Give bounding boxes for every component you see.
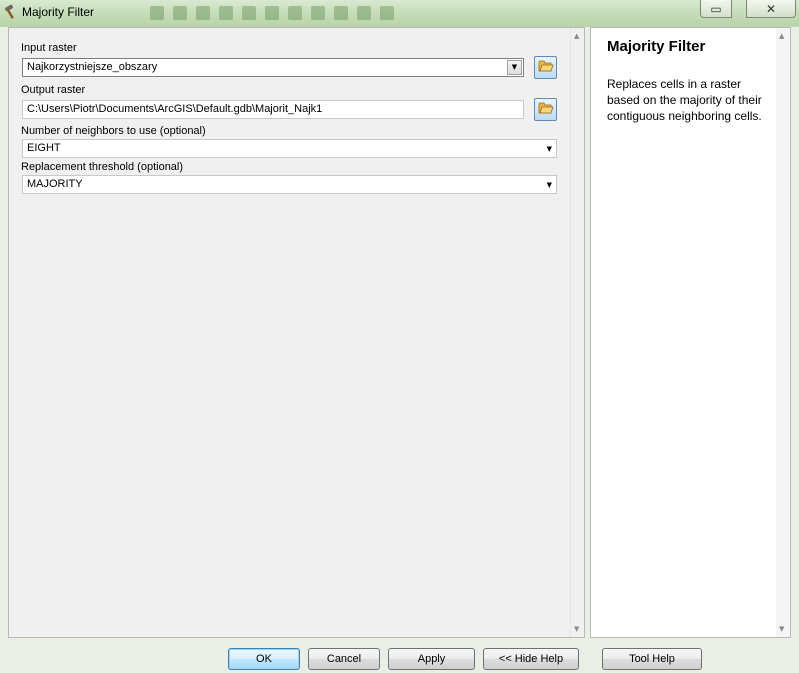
title-bar[interactable]: Majority Filter ▭ ✕ [0, 0, 799, 27]
folder-open-icon [538, 59, 554, 76]
input-raster-browse-button[interactable] [534, 56, 557, 79]
cancel-button[interactable]: Cancel [308, 648, 380, 670]
input-raster-value: Najkorzystniejsze_obszary [27, 61, 158, 73]
input-raster-combobox[interactable]: Najkorzystniejsze_obszary ▼ [22, 58, 524, 77]
threshold-label: Replacement threshold (optional) [21, 161, 184, 173]
scroll-up-icon[interactable]: ▲ [779, 32, 784, 40]
ok-button[interactable]: OK [228, 648, 300, 670]
parameters-scrollbar[interactable]: ▲ ▼ [570, 28, 584, 637]
scroll-down-icon[interactable]: ▼ [574, 625, 579, 633]
chevron-down-icon: ▼ [546, 181, 552, 189]
help-scrollbar[interactable]: ▲ ▼ [776, 28, 790, 637]
help-description: Replaces cells in a raster based on the … [607, 77, 762, 123]
neighbors-value: EIGHT [27, 142, 61, 154]
output-raster-label: Output raster [21, 84, 86, 96]
scroll-down-icon[interactable]: ▼ [779, 625, 784, 633]
parameters-pane: Input raster Najkorzystniejsze_obszary ▼… [8, 27, 585, 638]
neighbors-label: Number of neighbors to use (optional) [21, 125, 206, 137]
neighbors-select[interactable]: EIGHT ▼ [22, 139, 557, 158]
output-raster-browse-button[interactable] [534, 98, 557, 121]
input-raster-label: Input raster [21, 42, 77, 54]
threshold-value: MAJORITY [27, 178, 83, 190]
chevron-down-icon[interactable]: ▼ [507, 60, 522, 75]
close-icon: ✕ [765, 1, 777, 16]
close-button[interactable]: ✕ [746, 0, 796, 18]
restore-icon: ▭ [710, 1, 722, 16]
scroll-up-icon[interactable]: ▲ [574, 32, 579, 40]
threshold-select[interactable]: MAJORITY ▼ [22, 175, 557, 194]
output-raster-input[interactable]: C:\Users\Piotr\Documents\ArcGIS\Default.… [22, 100, 524, 119]
hide-help-button[interactable]: << Hide Help [483, 648, 579, 670]
apply-button[interactable]: Apply [388, 648, 475, 670]
hammer-icon [3, 4, 19, 20]
help-title: Majority Filter [607, 38, 706, 55]
tool-help-button[interactable]: Tool Help [602, 648, 702, 670]
help-pane: Majority Filter Replaces cells in a rast… [590, 27, 791, 638]
folder-open-icon [538, 101, 554, 118]
window-title: Majority Filter [22, 5, 95, 19]
output-raster-value: C:\Users\Piotr\Documents\ArcGIS\Default.… [27, 103, 323, 115]
background-toolbar-ghost [150, 6, 394, 20]
chevron-down-icon: ▼ [546, 145, 552, 153]
restore-button[interactable]: ▭ [700, 0, 732, 18]
